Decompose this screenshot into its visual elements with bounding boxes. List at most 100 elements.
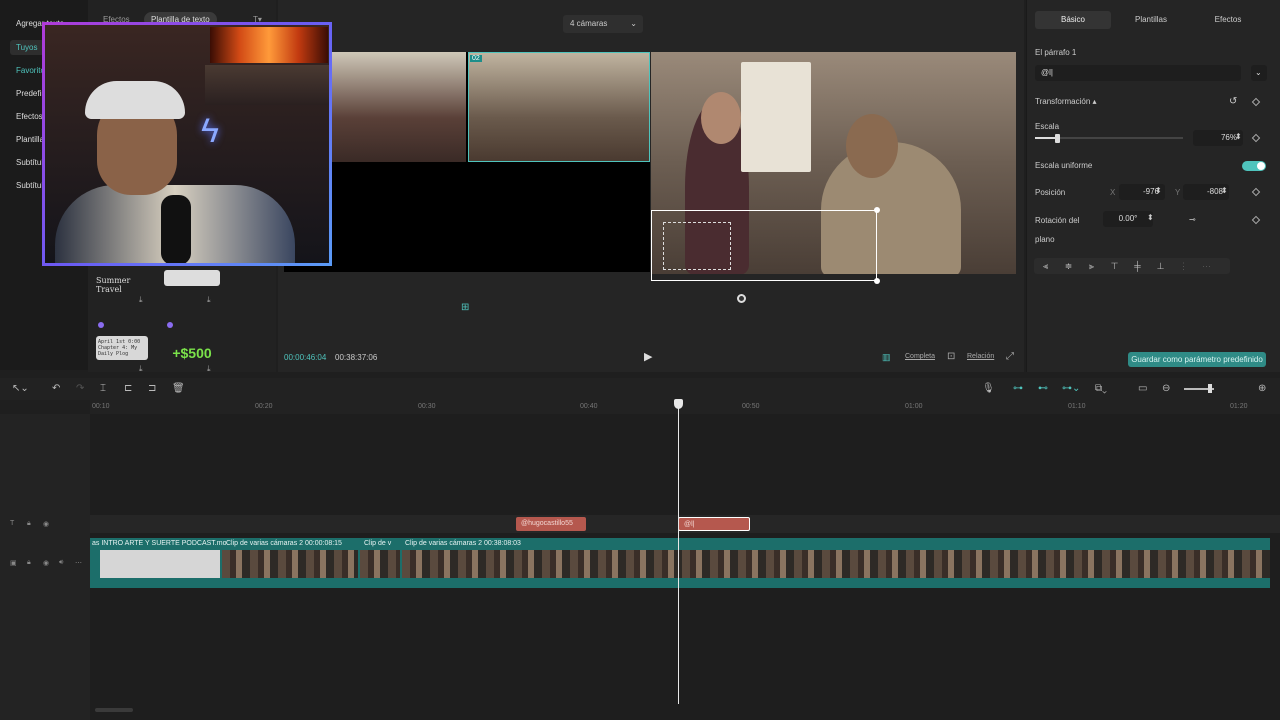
resize-handle[interactable] xyxy=(874,278,880,284)
tab-effects[interactable]: Efectos xyxy=(1190,11,1266,29)
tab-basic[interactable]: Básico xyxy=(1035,11,1111,29)
intro-clip-thumb[interactable] xyxy=(100,550,220,578)
link-icon[interactable]: ⊶ xyxy=(1013,383,1023,394)
track-headers: T 🔒︎ ◉ ▣ 🔒︎ ◉ 🔊︎ ⋯ xyxy=(0,414,90,720)
undo-icon[interactable]: ↶ xyxy=(52,383,60,394)
distribute-v-icon[interactable]: ⋯ xyxy=(1195,261,1218,272)
template-plus-500[interactable]: +$500 xyxy=(164,336,220,370)
person-face xyxy=(846,114,898,178)
rotation-input[interactable]: 0.00° xyxy=(1103,211,1153,227)
keyframe-icon[interactable] xyxy=(1251,187,1261,197)
nav-yours[interactable]: Tuyos xyxy=(10,40,44,55)
align-center-h-icon[interactable]: ≑ xyxy=(1057,261,1080,272)
eye-icon[interactable]: ◉ xyxy=(43,520,49,528)
save-preset-button[interactable]: Guardar como parámetro predefinido xyxy=(1128,352,1266,367)
template-daily-vlog[interactable]: April 1st 0:00 Chapter 4: My Daily Plog xyxy=(96,336,148,360)
trim-right-icon[interactable]: ⊐ xyxy=(148,383,156,394)
preview-axis-icon[interactable]: ⧉⌄ xyxy=(1095,383,1107,394)
playhead-handle[interactable] xyxy=(674,399,683,409)
tab-templates[interactable]: Plantillas xyxy=(1113,11,1189,29)
caption-icon[interactable]: ▭ xyxy=(1138,383,1147,394)
pos-y-label: Y xyxy=(1175,188,1181,197)
clip-label: Clip de v xyxy=(364,540,392,547)
camera-select[interactable]: 4 cámaras ⌄ xyxy=(563,15,643,33)
delete-icon[interactable]: 🗑︎ xyxy=(172,383,185,394)
playhead[interactable] xyxy=(678,400,679,704)
fireplace xyxy=(210,27,328,63)
pos-x-label: X xyxy=(1110,188,1116,197)
template-card-2[interactable] xyxy=(164,270,220,286)
snapshot-icon[interactable]: ⊡ xyxy=(947,351,955,362)
download-icon[interactable]: ⤓ xyxy=(139,364,143,374)
camera-tile-2[interactable]: 02 xyxy=(468,52,650,162)
rotation-dial-icon[interactable]: ⊸ xyxy=(1189,215,1196,224)
stepper-icon[interactable]: ⬍ xyxy=(1235,132,1242,141)
fullscreen-icon[interactable]: ⤢ xyxy=(1006,351,1014,362)
rotate-handle[interactable] xyxy=(737,294,746,303)
text-track-icon: T xyxy=(10,520,15,527)
distribute-h-icon[interactable]: ⋮ xyxy=(1172,261,1195,272)
timeline-scrollbar[interactable] xyxy=(95,708,133,712)
ruler-tick: 00:10 xyxy=(92,403,110,410)
trim-left-icon[interactable]: ⊏ xyxy=(124,383,132,394)
chevron-down-icon: ⌄ xyxy=(630,19,637,28)
clip-label: Clip de varias cámaras 2 00:38:08:03 xyxy=(405,540,521,547)
download-icon[interactable]: ⤓ xyxy=(207,295,211,305)
multicam-icon[interactable]: ⊞ xyxy=(461,302,469,313)
download-icon[interactable]: ⤓ xyxy=(139,295,143,305)
ruler-tick: 00:30 xyxy=(418,403,436,410)
lock-icon[interactable]: 🔒︎ xyxy=(27,559,31,567)
keyframe-icon[interactable] xyxy=(1251,215,1261,225)
ruler-tick: 00:50 xyxy=(742,403,760,410)
eye-icon[interactable]: ◉ xyxy=(43,559,49,567)
align-top-icon[interactable]: ⊤ xyxy=(1103,261,1126,272)
zoom-in-icon[interactable]: ⊕ xyxy=(1258,383,1266,394)
text-clip[interactable]: @hugocastillo55 xyxy=(516,517,586,531)
lock-icon[interactable]: 🔒︎ xyxy=(27,520,31,528)
audio-icon[interactable]: 🔊︎ xyxy=(59,559,63,567)
zoom-slider-knob[interactable] xyxy=(1208,384,1212,393)
quality-icon[interactable]: ▥ xyxy=(882,352,891,363)
redo-icon[interactable]: ↷ xyxy=(76,383,84,394)
more-icon[interactable]: ⋯ xyxy=(75,559,82,567)
aspect-ratio-button[interactable]: Relación xyxy=(967,353,994,360)
keyframe-icon[interactable] xyxy=(1251,97,1261,107)
template-summer-travel[interactable]: Summer Travel xyxy=(96,268,152,302)
uniform-scale-toggle[interactable] xyxy=(1242,161,1266,171)
ruler-tick: 00:40 xyxy=(580,403,598,410)
microphone xyxy=(161,195,191,263)
webcam-overlay: ϟ xyxy=(42,22,332,266)
keyframe-icon[interactable] xyxy=(1251,133,1261,143)
text-clip-selected[interactable]: @l| xyxy=(678,517,750,531)
play-icon[interactable]: ▶ xyxy=(644,350,652,363)
stepper-icon[interactable]: ⬍ xyxy=(1155,186,1162,195)
multicam-clip-thumbs[interactable] xyxy=(402,550,1270,578)
align-bottom-icon[interactable]: ⊥ xyxy=(1149,261,1172,272)
door xyxy=(741,62,811,172)
align-left-icon[interactable]: ⫷ xyxy=(1034,261,1057,272)
uniform-scale-label: Escala uniforme xyxy=(1035,161,1093,170)
stepper-icon[interactable]: ⬍ xyxy=(1221,186,1228,195)
stepper-icon[interactable]: ⬍ xyxy=(1147,213,1154,222)
ruler-tick: 01:20 xyxy=(1230,403,1248,410)
zoom-out-icon[interactable]: ⊖ xyxy=(1162,383,1170,394)
align-right-icon[interactable]: ⫸ xyxy=(1080,261,1103,272)
snap-icon[interactable]: ⊶⌄ xyxy=(1062,383,1080,394)
video-track-icon: ▣ xyxy=(10,560,17,567)
download-icon[interactable]: ⤓ xyxy=(207,364,211,374)
align-center-v-icon[interactable]: ╪ xyxy=(1126,261,1149,271)
chevron-down-icon[interactable]: ⌄ xyxy=(1251,65,1267,81)
select-tool-icon[interactable]: ↖⌄ xyxy=(12,383,29,394)
scale-slider-knob[interactable] xyxy=(1055,134,1060,143)
resize-handle[interactable] xyxy=(874,207,880,213)
transform-label[interactable]: Transformación ▴ xyxy=(1035,97,1097,106)
magnet-icon[interactable]: ⊷ xyxy=(1038,383,1048,394)
split-icon[interactable]: ⌶ xyxy=(100,383,106,394)
paragraph-input[interactable]: @l| xyxy=(1035,65,1241,81)
microphone-icon[interactable]: 🎙︎ xyxy=(982,383,995,394)
shelf xyxy=(205,65,329,105)
multicam-clip-thumbs[interactable] xyxy=(360,550,400,578)
full-quality-button[interactable]: Completa xyxy=(905,353,935,360)
multicam-clip-thumbs[interactable] xyxy=(222,550,358,578)
reset-icon[interactable]: ↺ xyxy=(1229,96,1237,107)
